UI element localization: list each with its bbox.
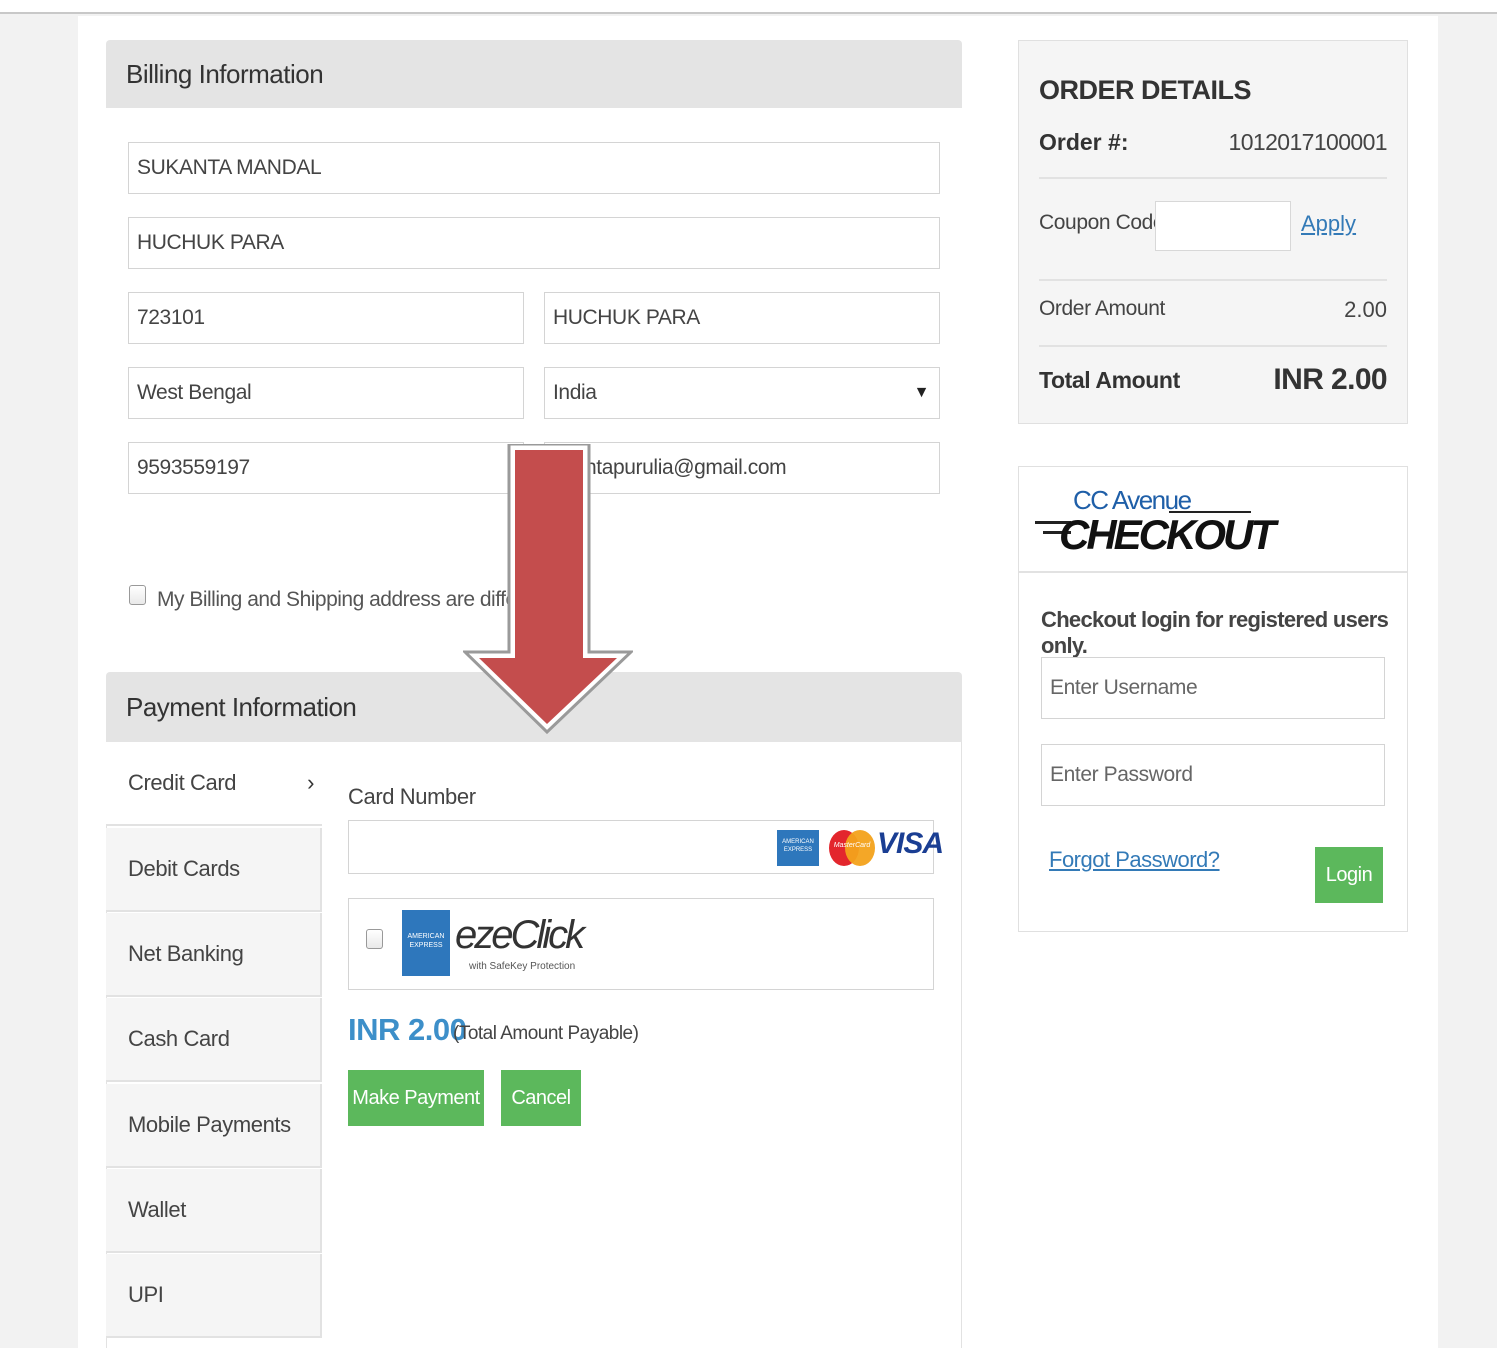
tab-wallet[interactable]: Wallet [106, 1169, 322, 1253]
order-amount-label: Order Amount [1039, 297, 1165, 320]
tab-cash-card[interactable]: Cash Card [106, 998, 322, 1082]
mastercard-logo-text: MasterCard [833, 842, 871, 849]
coupon-code-input[interactable] [1155, 201, 1291, 251]
divider [1039, 177, 1387, 179]
card-number-label: Card Number [348, 784, 476, 809]
order-number-value: 1012017100001 [1228, 129, 1388, 155]
name-value: SUKANTA MANDAL [137, 156, 322, 179]
address-value: HUCHUK PARA [137, 231, 284, 254]
total-amount-value: INR 2.00 [1273, 363, 1387, 396]
checkout-login-panel: CC Avenue CHECKOUT Checkout login for re… [1018, 466, 1408, 932]
ezeclick-option: AMERICAN EXPRESS ezeClick with SafeKey P… [348, 898, 934, 990]
mastercard-logo-icon: MasterCard [829, 826, 875, 870]
zip-value: 723101 [137, 306, 205, 329]
down-arrow-annotation-icon [463, 444, 633, 735]
apply-coupon-link[interactable]: Apply [1301, 211, 1356, 237]
tab-upi[interactable]: UPI [106, 1254, 322, 1338]
amex-logo-text: AMERICAN EXPRESS [782, 839, 814, 853]
ccavenue-logo-area: CC Avenue CHECKOUT [1019, 467, 1407, 573]
payable-amount-note: (Total Amount Payable) [453, 1023, 639, 1044]
tab-debit-cards[interactable]: Debit Cards [106, 828, 322, 912]
visa-logo-icon: VISA [877, 827, 944, 860]
zip-field[interactable]: 723101 [128, 292, 524, 344]
amex-ezeclick-logo-icon: AMERICAN EXPRESS [402, 910, 450, 976]
total-amount-label: Total Amount [1039, 367, 1180, 393]
password-placeholder: Enter Password [1050, 763, 1193, 786]
forgot-password-link[interactable]: Forgot Password? [1049, 847, 1220, 873]
billing-header: Billing Information [106, 40, 962, 108]
username-input[interactable]: Enter Username [1041, 657, 1385, 719]
card-number-input[interactable]: AMERICAN EXPRESS MasterCard VISA [348, 820, 944, 874]
tab-label: Mobile Payments [128, 1112, 291, 1137]
amex-logo-icon: AMERICAN EXPRESS [777, 830, 819, 866]
dropdown-arrow-icon: ▼ [913, 384, 930, 401]
name-field[interactable]: SUKANTA MANDAL [128, 142, 940, 194]
order-amount-value: 2.00 [1344, 297, 1387, 322]
phone-value: 9593559197 [137, 456, 250, 479]
city-field[interactable]: HUCHUK PARA [544, 292, 940, 344]
order-number-label: Order #: [1039, 129, 1129, 155]
tab-label: Wallet [128, 1197, 186, 1222]
tab-label: Net Banking [128, 941, 244, 966]
checkout-page: Billing Information SUKANTA MANDAL HUCHU… [78, 16, 1438, 1348]
country-value: India [553, 381, 597, 404]
divider [1039, 279, 1387, 281]
city-value: HUCHUK PARA [553, 306, 700, 329]
login-button[interactable]: Login [1315, 847, 1383, 903]
amex-ezeclick-text: AMERICAN EXPRESS [407, 933, 445, 949]
address-field[interactable]: HUCHUK PARA [128, 217, 940, 269]
tab-mobile-payments[interactable]: Mobile Payments [106, 1084, 322, 1168]
ezeclick-tagline: with SafeKey Protection [469, 961, 576, 972]
billing-title: Billing Information [126, 58, 324, 89]
tab-net-banking[interactable]: Net Banking [106, 913, 322, 997]
order-details-title: ORDER DETAILS [1039, 75, 1252, 105]
payable-amount: INR 2.00 [348, 1012, 467, 1047]
state-field[interactable]: West Bengal [128, 367, 524, 419]
password-input[interactable]: Enter Password [1041, 744, 1385, 806]
cancel-button[interactable]: Cancel [501, 1070, 581, 1126]
divider [1039, 345, 1387, 347]
state-value: West Bengal [137, 381, 252, 404]
checkout-login-subtitle: Checkout login for registered users only… [1041, 607, 1389, 658]
username-placeholder: Enter Username [1050, 676, 1198, 699]
order-details-panel: ORDER DETAILS Order #: 1012017100001 Cou… [1018, 40, 1408, 424]
payment-title: Payment Information [126, 691, 357, 722]
checkout-logo-icon: CHECKOUT [1059, 511, 1276, 558]
tab-credit-card[interactable]: Credit Card › [106, 742, 322, 826]
browser-top-strip [0, 0, 1497, 14]
different-address-checkbox[interactable] [129, 585, 146, 605]
tab-label: Debit Cards [128, 856, 240, 881]
country-select[interactable]: India ▼ [544, 367, 940, 419]
tab-label: UPI [128, 1282, 164, 1307]
tab-label: Credit Card [128, 770, 237, 795]
ezeclick-checkbox[interactable] [366, 929, 383, 949]
coupon-code-label: Coupon Code [1039, 211, 1165, 234]
tab-label: Cash Card [128, 1026, 230, 1051]
chevron-right-icon: › [307, 770, 314, 795]
ezeclick-logo-icon: ezeClick [455, 913, 585, 957]
make-payment-button[interactable]: Make Payment [348, 1070, 484, 1126]
